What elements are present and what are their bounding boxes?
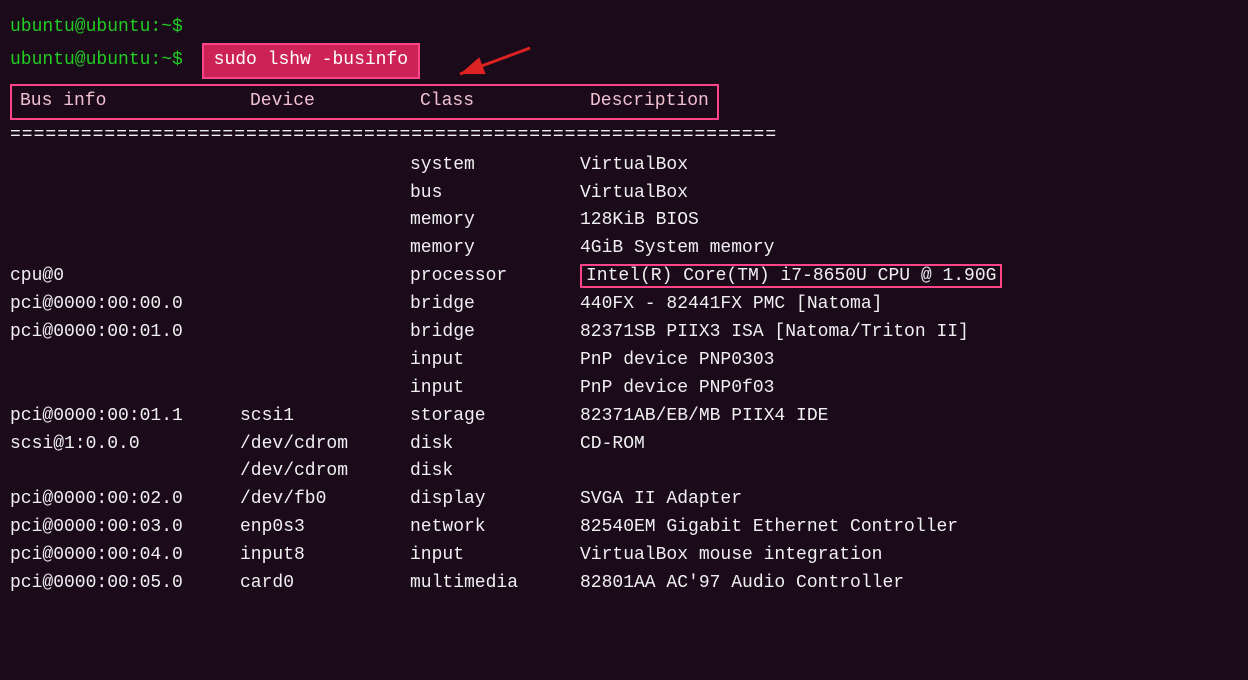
cell-businfo: pci@0000:00:04.0: [10, 542, 240, 570]
cell-class: disk: [410, 458, 580, 486]
cell-desc: 440FX - 82441FX PMC [Natoma]: [580, 291, 882, 319]
red-arrow-icon: [450, 42, 540, 80]
cell-device: enp0s3: [240, 514, 410, 542]
table-row: scsi@1:0.0.0/dev/cdromdiskCD-ROM: [10, 431, 1238, 459]
cell-class: input: [410, 542, 580, 570]
cell-desc: VirtualBox: [580, 180, 688, 208]
terminal-window: ubuntu@ubuntu:~$ ubuntu@ubuntu:~$ sudo l…: [0, 8, 1248, 604]
command-box: sudo lshw -businfo: [202, 43, 420, 79]
cell-businfo: pci@0000:00:05.0: [10, 570, 240, 598]
cell-desc: VirtualBox: [580, 152, 688, 180]
terminal-line2: ubuntu@ubuntu:~$ sudo lshw -businfo: [10, 42, 1238, 80]
cell-desc: PnP device PNP0f03: [580, 375, 774, 403]
table-row: cpu@0 processorIntel(R) Core(TM) i7-8650U…: [10, 263, 1238, 291]
cell-class: memory: [410, 235, 580, 263]
cell-device: /dev/cdrom: [240, 431, 410, 459]
table-header: Bus info Device Class Description: [10, 84, 1238, 120]
cell-businfo: [10, 347, 240, 375]
terminal-line1: ubuntu@ubuntu:~$: [10, 14, 1238, 42]
table-row: pci@0000:00:02.0/dev/fb0displaySVGA II A…: [10, 486, 1238, 514]
table-row: pci@0000:00:01.0 bridge82371SB PIIX3 ISA …: [10, 319, 1238, 347]
cell-desc: 82371AB/EB/MB PIIX4 IDE: [580, 403, 828, 431]
cell-class: input: [410, 375, 580, 403]
table-row: pci@0000:00:05.0card0multimedia82801AA A…: [10, 570, 1238, 598]
table-row: memory128KiB BIOS: [10, 207, 1238, 235]
cell-device: [240, 263, 410, 291]
cell-device: [240, 375, 410, 403]
table-row: pci@0000:00:01.1scsi1storage82371AB/EB/M…: [10, 403, 1238, 431]
cell-desc: 82540EM Gigabit Ethernet Controller: [580, 514, 958, 542]
cell-class: display: [410, 486, 580, 514]
cell-desc: SVGA II Adapter: [580, 486, 742, 514]
cell-device: [240, 180, 410, 208]
cell-device: [240, 319, 410, 347]
cell-desc: PnP device PNP0303: [580, 347, 774, 375]
header-class: Class: [420, 88, 590, 116]
cell-businfo: pci@0000:00:00.0: [10, 291, 240, 319]
header-device: Device: [250, 88, 420, 116]
cell-businfo: [10, 152, 240, 180]
cell-businfo: scsi@1:0.0.0: [10, 431, 240, 459]
cell-class: system: [410, 152, 580, 180]
cell-businfo: [10, 180, 240, 208]
separator-line: ========================================…: [10, 122, 1238, 150]
prompt-line1: ubuntu@ubuntu:~$: [10, 17, 183, 37]
prompt-line2: ubuntu@ubuntu:~$: [10, 47, 183, 75]
cell-class: multimedia: [410, 570, 580, 598]
highlighted-desc: Intel(R) Core(TM) i7-8650U CPU @ 1.90G: [580, 264, 1002, 288]
arrow-indicator: [450, 42, 540, 80]
cell-class: input: [410, 347, 580, 375]
table-row: busVirtualBox: [10, 180, 1238, 208]
cell-device: /dev/cdrom: [240, 458, 410, 486]
cell-businfo: [10, 375, 240, 403]
cell-device: scsi1: [240, 403, 410, 431]
table-row: /dev/cdromdisk: [10, 458, 1238, 486]
table-row: inputPnP device PNP0303: [10, 347, 1238, 375]
cell-device: [240, 207, 410, 235]
header-businfo: Bus info: [20, 88, 250, 116]
cell-businfo: [10, 458, 240, 486]
cell-businfo: [10, 207, 240, 235]
cell-desc: 4GiB System memory: [580, 235, 774, 263]
cell-class: storage: [410, 403, 580, 431]
cell-desc: Intel(R) Core(TM) i7-8650U CPU @ 1.90G: [580, 263, 1002, 291]
cell-businfo: pci@0000:00:02.0: [10, 486, 240, 514]
cell-class: disk: [410, 431, 580, 459]
table-row: memory4GiB System memory: [10, 235, 1238, 263]
cell-desc: 82801AA AC'97 Audio Controller: [580, 570, 904, 598]
cell-businfo: pci@0000:00:01.0: [10, 319, 240, 347]
cell-device: input8: [240, 542, 410, 570]
cell-businfo: [10, 235, 240, 263]
cell-businfo: pci@0000:00:03.0: [10, 514, 240, 542]
table-row: inputPnP device PNP0f03: [10, 375, 1238, 403]
cell-class: memory: [410, 207, 580, 235]
cell-class: bridge: [410, 319, 580, 347]
cell-class: network: [410, 514, 580, 542]
table-row: systemVirtualBox: [10, 152, 1238, 180]
cell-desc: 82371SB PIIX3 ISA [Natoma/Triton II]: [580, 319, 969, 347]
cell-class: bus: [410, 180, 580, 208]
cell-desc: 128KiB BIOS: [580, 207, 699, 235]
cell-device: card0: [240, 570, 410, 598]
header-description: Description: [590, 88, 709, 116]
cell-desc: CD-ROM: [580, 431, 645, 459]
cell-device: [240, 291, 410, 319]
cell-businfo: pci@0000:00:01.1: [10, 403, 240, 431]
table-row: pci@0000:00:03.0enp0s3network82540EM Gig…: [10, 514, 1238, 542]
cell-class: bridge: [410, 291, 580, 319]
table-body: systemVirtualBoxbusVirtualBoxmemory128Ki…: [10, 152, 1238, 598]
cell-class: processor: [410, 263, 580, 291]
table-row: pci@0000:00:04.0input8inputVirtualBox mo…: [10, 542, 1238, 570]
table-row: pci@0000:00:00.0 bridge440FX - 82441FX PM…: [10, 291, 1238, 319]
cell-device: /dev/fb0: [240, 486, 410, 514]
cell-device: [240, 152, 410, 180]
cell-desc: VirtualBox mouse integration: [580, 542, 882, 570]
header-box: Bus info Device Class Description: [10, 84, 719, 120]
cell-device: [240, 235, 410, 263]
cell-device: [240, 347, 410, 375]
cell-businfo: cpu@0: [10, 263, 240, 291]
